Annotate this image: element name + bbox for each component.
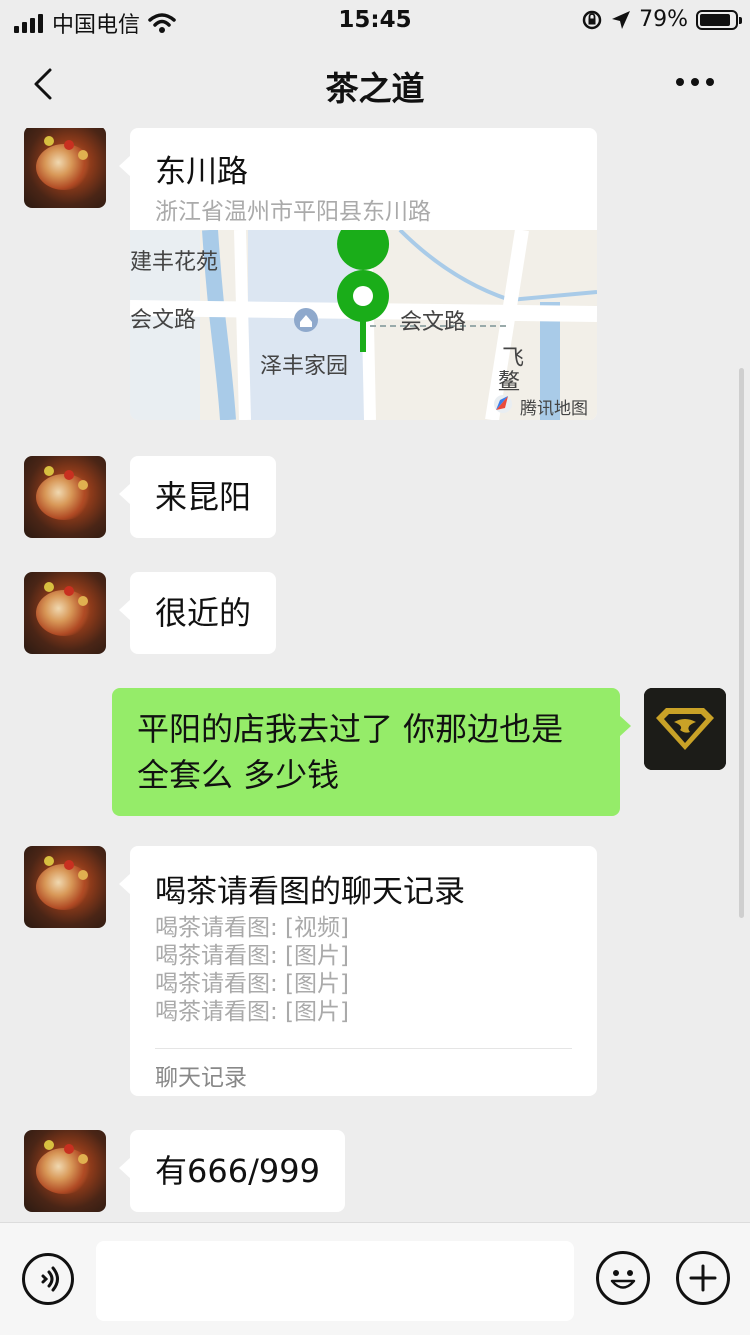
battery-icon xyxy=(696,9,742,30)
chat-title: 茶之道 xyxy=(325,69,425,108)
voice-icon[interactable] xyxy=(22,1253,74,1305)
chat-record-line: 喝茶请看图: [视频] xyxy=(155,915,350,941)
input-bar xyxy=(0,1222,750,1335)
location-card[interactable]: 东川路 浙江省温州市平阳县东川路 建丰花苑 会文路 会文路 泽丰家园 飞 鳌 腾… xyxy=(119,128,597,420)
map-label: 会文路 xyxy=(130,308,197,333)
map-label: 泽丰家园 xyxy=(260,354,349,379)
superman-logo-icon xyxy=(644,688,726,770)
nav-bar: 茶之道 xyxy=(0,40,750,128)
avatar[interactable] xyxy=(24,456,106,538)
avatar[interactable] xyxy=(644,688,726,770)
map-label: 鳌 xyxy=(498,370,521,395)
chat-record-card[interactable]: 喝茶请看图的聊天记录 喝茶请看图: [视频] 喝茶请看图: [图片] 喝茶请看图… xyxy=(119,846,597,1096)
chat-record-line: 喝茶请看图: [图片] xyxy=(155,943,350,969)
chat-record-line: 喝茶请看图: [图片] xyxy=(155,971,350,997)
location-address: 浙江省温州市平阳县东川路 xyxy=(155,199,431,225)
scrollbar[interactable] xyxy=(739,368,744,918)
message-text: 有666/999 xyxy=(155,1152,320,1190)
chat-record-footer: 聊天记录 xyxy=(155,1065,247,1091)
chat-record-title: 喝茶请看图的聊天记录 xyxy=(155,874,465,910)
location-name: 东川路 xyxy=(155,154,248,190)
message-text: 来昆阳 xyxy=(155,478,252,516)
status-right: 79% xyxy=(581,7,742,32)
status-bar: 中国电信 15:45 79% xyxy=(0,0,750,40)
map-provider: 腾讯地图 xyxy=(520,399,588,419)
message-bubble-sent[interactable]: 平阳的店我去过了 你那边也是 全套么 多少钱 xyxy=(112,688,631,816)
message-input[interactable] xyxy=(96,1241,574,1321)
chat-record-line: 喝茶请看图: [图片] xyxy=(155,999,350,1025)
rotation-lock-icon xyxy=(582,10,602,29)
message-bubble[interactable]: 很近的 xyxy=(118,572,277,654)
avatar[interactable] xyxy=(24,572,106,654)
message-text: 平阳的店我去过了 你那边也是 xyxy=(137,710,564,748)
message-text: 很近的 xyxy=(155,594,252,632)
more-icon[interactable] xyxy=(676,78,714,86)
avatar[interactable] xyxy=(24,128,106,208)
chat-area[interactable]: 东川路 浙江省温州市平阳县东川路 建丰花苑 会文路 会文路 泽丰家园 飞 鳌 腾… xyxy=(0,128,750,1222)
avatar[interactable] xyxy=(24,846,106,928)
avatar[interactable] xyxy=(24,1130,106,1212)
message-text: 全套么 多少钱 xyxy=(137,756,340,794)
battery-percent: 79% xyxy=(639,7,688,32)
plus-icon[interactable] xyxy=(676,1251,730,1305)
emoji-icon[interactable] xyxy=(596,1251,650,1305)
map-label: 会文路 xyxy=(400,310,467,335)
battery-level xyxy=(700,13,731,26)
divider xyxy=(155,1048,572,1049)
location-arrow-icon xyxy=(612,10,631,29)
map-label: 建丰花苑 xyxy=(130,250,219,275)
map-preview[interactable]: 建丰花苑 会文路 会文路 泽丰家园 飞 鳌 腾讯地图 xyxy=(130,230,597,420)
message-bubble[interactable]: 有666/999 xyxy=(119,1130,345,1212)
message-bubble[interactable]: 来昆阳 xyxy=(118,456,277,538)
